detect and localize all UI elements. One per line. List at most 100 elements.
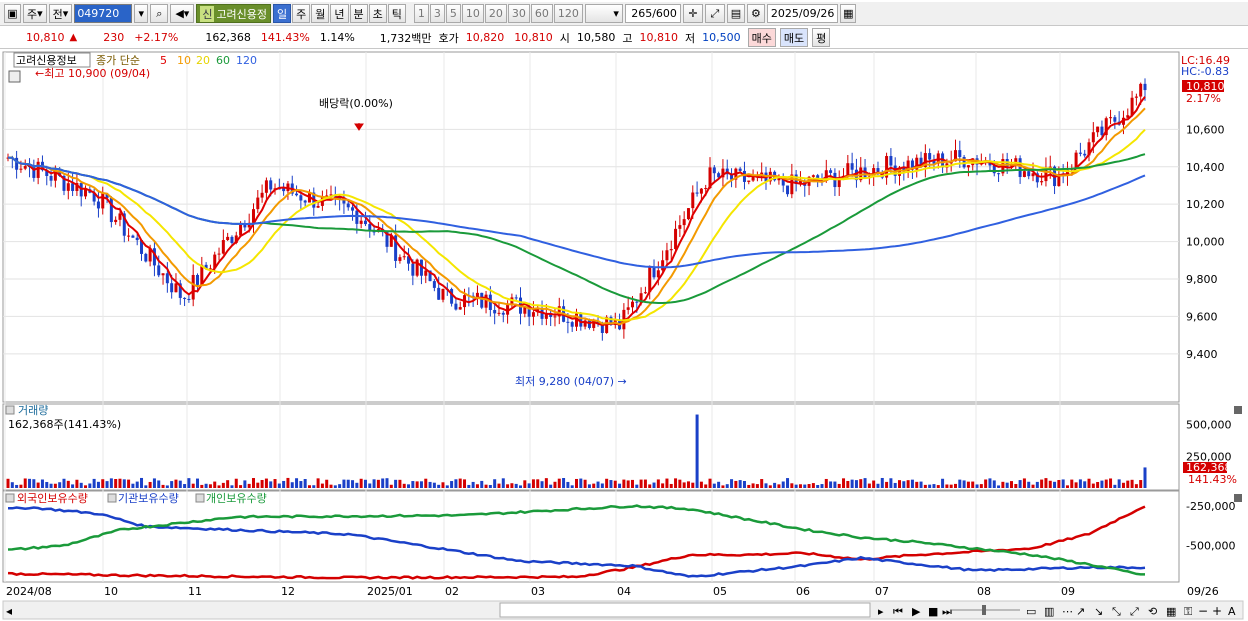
volume-close-icon[interactable]: [1234, 406, 1242, 414]
tool-icon-1[interactable]: ▭: [1026, 605, 1036, 618]
volume-bar: [773, 482, 777, 488]
dividend-annotation: 배당락(0.00%): [319, 97, 393, 110]
volume-bar: [282, 480, 286, 488]
x-tick-label: 09/26: [1187, 585, 1219, 598]
zoom-slider-thumb[interactable]: [982, 605, 986, 615]
nav-end-icon[interactable]: ⏭: [942, 605, 952, 618]
window-icon[interactable]: ▣: [4, 4, 21, 23]
interval-tab-120[interactable]: 120: [553, 4, 583, 23]
gear-icon[interactable]: ⚙: [746, 4, 765, 23]
volume-bar: [1014, 484, 1018, 488]
interval-tab-10[interactable]: 10: [461, 4, 484, 23]
volume-bar: [1048, 480, 1052, 488]
tool-icon-7[interactable]: ⤢: [1130, 605, 1139, 618]
volume-bar: [183, 484, 187, 488]
volume-bar: [88, 483, 92, 488]
interval-tab-60[interactable]: 60: [530, 4, 553, 23]
interval-dropdown[interactable]: ▾: [584, 4, 623, 23]
crosshair-icon[interactable]: ✛: [682, 4, 703, 23]
scroll-left-icon[interactable]: ◂: [6, 604, 12, 618]
tool-icon-9[interactable]: ▦: [1166, 605, 1176, 618]
volume-bar: [101, 479, 105, 488]
code-dropdown-icon[interactable]: ▾: [134, 4, 149, 23]
nav-stop-icon[interactable]: ■: [928, 605, 938, 618]
count-input[interactable]: 265/600: [624, 4, 681, 23]
candle-body: [454, 303, 458, 310]
interval-tab-3[interactable]: 3: [429, 4, 445, 23]
speaker-icon[interactable]: ◀▾: [170, 4, 195, 23]
volume-bar: [303, 479, 307, 488]
volume-bar: [264, 478, 268, 488]
volume-bar: [889, 478, 893, 488]
volume-bar: [1091, 483, 1095, 488]
nav-start-icon[interactable]: ⏮: [893, 605, 903, 618]
period-tab-6[interactable]: 틱: [387, 4, 406, 23]
period-tab-4[interactable]: 분: [349, 4, 368, 23]
interval-tab-30[interactable]: 30: [507, 4, 530, 23]
candle-body: [131, 235, 135, 238]
all-select[interactable]: 전 ▾: [48, 4, 73, 23]
stock-name-box[interactable]: 신 고려신용정: [196, 4, 272, 23]
volume-bar: [122, 479, 126, 488]
scroll-thumb[interactable]: [499, 602, 871, 618]
volume-bar: [549, 484, 553, 488]
date-input[interactable]: 2025/09/26: [766, 4, 839, 23]
interval-tab-1[interactable]: 1: [413, 4, 429, 23]
volume-bar: [699, 481, 703, 488]
candle-body: [187, 298, 191, 300]
draw-tool-icon[interactable]: ⤢: [704, 4, 725, 23]
holding-icon-inst: [107, 493, 117, 503]
volume-bar: [19, 484, 23, 488]
tool-icon-2[interactable]: ▥: [1044, 605, 1054, 618]
nav-next-icon[interactable]: ▸: [878, 605, 884, 618]
nav-play-icon[interactable]: ▶: [912, 605, 921, 618]
interval-tab-20[interactable]: 20: [484, 4, 507, 23]
auto-scale-icon[interactable]: A: [1228, 605, 1236, 618]
period-tab-5[interactable]: 초: [368, 4, 387, 23]
candle-body: [678, 225, 682, 229]
calendar-icon[interactable]: ▦: [840, 4, 857, 23]
period-tab-2[interactable]: 월: [311, 4, 330, 23]
tool-icon-6[interactable]: ⤡: [1112, 605, 1121, 618]
avg-button[interactable]: 평: [812, 28, 831, 47]
panel-settings-icon[interactable]: [8, 70, 21, 83]
interval-tab-5[interactable]: 5: [445, 4, 461, 23]
tool-icon-4[interactable]: ↗: [1076, 605, 1085, 618]
period-type-select[interactable]: 주 ▾: [23, 4, 47, 23]
search-icon[interactable]: ⌕: [150, 4, 169, 23]
zoom-in-icon[interactable]: +: [1212, 604, 1222, 618]
volume-bar: [307, 485, 311, 488]
volume-bar: [730, 479, 734, 488]
period-tab-1[interactable]: 주: [292, 4, 311, 23]
volume-bar: [389, 484, 393, 488]
lock-icon[interactable]: ⚿: [1184, 605, 1192, 618]
volume-bar: [174, 479, 178, 488]
volume-bar: [885, 481, 889, 488]
save-icon[interactable]: ▤: [726, 4, 745, 23]
holding-close-icon[interactable]: [1234, 494, 1242, 502]
zoom-out-icon[interactable]: −: [1198, 604, 1208, 618]
hc-label: HC:-0.83: [1181, 65, 1229, 78]
buy-button[interactable]: 매수: [747, 28, 776, 47]
period-tab-0[interactable]: 일: [273, 4, 292, 23]
scroll-bar[interactable]: ◂ ▸ ⏮ ▶ ■ ⏭ ▭ ▥ ⋯ ↗ ↘ ⤡ ⤢ ⟲ ▦ ⚿ − + A: [2, 600, 1244, 620]
tool-icon-8[interactable]: ⟲: [1148, 605, 1157, 618]
candle-body: [127, 235, 131, 237]
open-label: 시: [559, 31, 570, 45]
volume-bar: [622, 479, 626, 488]
volume-bar: [747, 484, 751, 488]
volume-bar: [1040, 479, 1044, 488]
tool-icon-3[interactable]: ⋯: [1062, 605, 1073, 618]
stock-code-input[interactable]: 049720: [74, 4, 133, 23]
period-tab-3[interactable]: 년: [330, 4, 349, 23]
candle-body: [424, 270, 428, 276]
x-tick-label: 08: [977, 585, 991, 598]
candle-body: [174, 283, 178, 293]
low-annotation: 최저 9,280 (04/07) →: [515, 375, 627, 388]
sell-button[interactable]: 매도: [779, 28, 809, 47]
volume-bar: [346, 479, 350, 488]
candle-body: [958, 150, 962, 157]
chart-area[interactable]: 9,400 9,600 9,800 10,000 10,200 10,400 10,600 2…: [0, 50, 1248, 621]
volume-bar: [1031, 484, 1035, 488]
tool-icon-5[interactable]: ↘: [1094, 605, 1103, 618]
